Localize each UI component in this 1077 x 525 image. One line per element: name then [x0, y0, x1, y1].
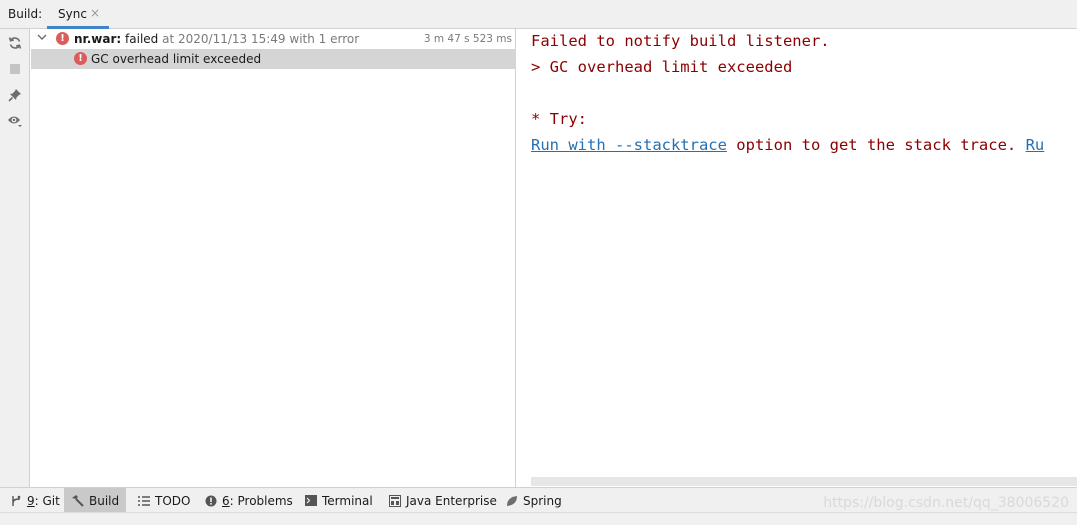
- console-line: * Try:: [531, 110, 587, 128]
- tab-problems-label: : Problems: [229, 493, 293, 508]
- tool-window-title: Build:: [8, 7, 43, 21]
- console-line-try: Run with --stacktrace option to get the …: [531, 136, 1044, 154]
- tree-root-status: failed: [125, 32, 159, 46]
- spring-icon: [506, 495, 518, 507]
- status-bar: [0, 512, 1077, 525]
- build-duration: 3 m 47 s 523 ms: [423, 33, 512, 45]
- bottom-tool-bar: 9: Git Build TODO 6: Problems Terminal J…: [0, 487, 1077, 513]
- left-toolbar: [0, 29, 30, 487]
- tab-build[interactable]: Build: [64, 488, 126, 513]
- stop-icon[interactable]: [5, 59, 25, 79]
- tab-git[interactable]: 9: Git: [4, 488, 66, 513]
- stacktrace-link[interactable]: Run with --stacktrace: [531, 136, 727, 154]
- tree-root-detail: at 2020/11/13 15:49 with 1 error: [162, 32, 360, 46]
- run-link[interactable]: Ru: [1026, 136, 1045, 154]
- tree-root-text: nr.war: failed at 2020/11/13 15:49 with …: [74, 32, 359, 46]
- tree-row-root[interactable]: ! nr.war: failed at 2020/11/13 15:49 wit…: [31, 29, 516, 49]
- hammer-icon: [71, 494, 84, 507]
- tab-terminal[interactable]: Terminal: [299, 488, 379, 513]
- tab-build-label: Build: [89, 493, 120, 508]
- tab-java-enterprise[interactable]: Java Enterprise: [383, 488, 503, 513]
- console-text: option to get the stack trace.: [726, 136, 1026, 154]
- tab-todo[interactable]: TODO: [132, 488, 196, 513]
- tool-window-header: Build: Sync ×: [0, 0, 1077, 29]
- tab-problems-number: 6: [222, 493, 230, 508]
- tab-spring-label: Spring: [523, 493, 562, 508]
- console-line: Failed to notify build listener.: [531, 32, 830, 50]
- console-output: Failed to notify build listener. > GC ov…: [517, 29, 1077, 487]
- pin-icon[interactable]: [5, 85, 25, 105]
- list-icon: [138, 495, 150, 506]
- tab-git-label: : Git: [34, 493, 60, 508]
- watermark: https://blog.csdn.net/qq_38006520: [823, 495, 1069, 511]
- tab-sync-label: Sync: [58, 7, 87, 21]
- tab-terminal-label: Terminal: [322, 493, 373, 508]
- tab-spring[interactable]: Spring: [500, 488, 568, 513]
- build-tree: ! nr.war: failed at 2020/11/13 15:49 wit…: [31, 29, 516, 487]
- tree-error-label: GC overhead limit exceeded: [91, 52, 262, 66]
- tab-git-number: 9: [27, 493, 35, 508]
- close-icon[interactable]: ×: [90, 6, 100, 20]
- tab-problems[interactable]: 6: Problems: [199, 488, 299, 513]
- eye-icon[interactable]: [5, 111, 25, 131]
- sync-icon[interactable]: [5, 33, 25, 53]
- horizontal-scrollbar[interactable]: [531, 477, 1077, 486]
- java-enterprise-icon: [389, 494, 401, 507]
- console-line: > GC overhead limit exceeded: [531, 58, 793, 76]
- tree-row-error[interactable]: ! GC overhead limit exceeded: [31, 49, 516, 69]
- problems-icon: [205, 495, 217, 507]
- tab-sync[interactable]: Sync ×: [47, 0, 109, 29]
- error-icon: !: [56, 32, 69, 45]
- error-icon: !: [74, 52, 87, 65]
- chevron-down-icon[interactable]: [37, 32, 47, 42]
- tab-todo-label: TODO: [155, 493, 191, 508]
- tree-root-name: nr.war:: [74, 32, 122, 46]
- terminal-icon: [305, 495, 317, 506]
- git-icon: [10, 495, 22, 507]
- tab-java-enterprise-label: Java Enterprise: [406, 493, 497, 508]
